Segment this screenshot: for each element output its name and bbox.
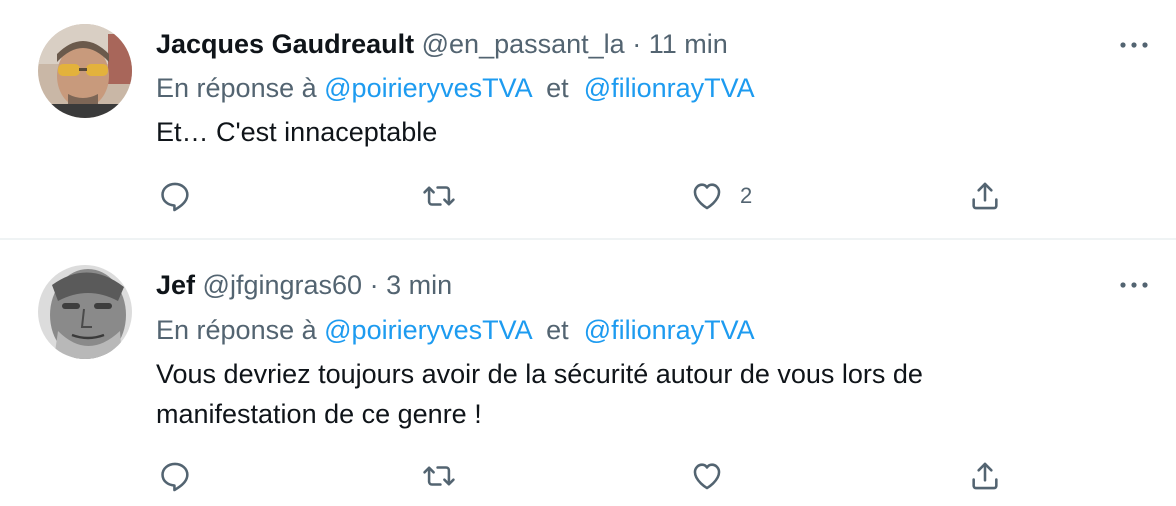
mention-link[interactable]: @poirieryvesTVA [324,315,531,345]
tweet-text-line: manifestation de ce genre ! [156,399,482,429]
tweet[interactable]: Jacques Gaudreault @en_passant_la · 11 m… [0,0,1176,240]
reply-button[interactable] [158,454,192,498]
author-handle[interactable]: @en_passant_la [422,29,625,59]
tweet-actions: 2 [154,174,1014,218]
more-icon[interactable] [1114,270,1154,300]
author-handle[interactable]: @jfgingras60 [203,270,363,300]
separator-dot: · [632,29,642,59]
like-button[interactable] [690,454,740,498]
mention-link[interactable]: @filionrayTVA [584,73,755,103]
like-button[interactable]: 2 [690,174,752,218]
retweet-icon [423,466,455,486]
tweet-text-line: Vous devriez toujours avoir de la sécuri… [156,359,923,389]
author-name[interactable]: Jef [156,270,195,300]
tweet-header: Jef @jfgingras60 · 3 min [156,268,452,302]
separator-dot: · [369,270,379,300]
share-icon [972,182,998,210]
reply-context: En réponse à @poirieryvesTVA et @filionr… [156,313,755,347]
share-icon [972,462,998,490]
mention-link[interactable]: @filionrayTVA [584,315,755,345]
avatar[interactable] [38,24,132,118]
reply-prefix: En réponse à [156,315,317,345]
timestamp[interactable]: 11 min [649,29,728,59]
tweet[interactable]: Jef @jfgingras60 · 3 min En réponse à @p… [0,240,1176,506]
tweet-actions [154,454,1014,498]
tweet-text: Et… C'est innaceptable [156,112,1116,152]
tweet-header: Jacques Gaudreault @en_passant_la · 11 m… [156,27,728,61]
tweet-text: Vous devriez toujours avoir de la sécuri… [156,354,1116,434]
heart-icon [693,463,721,490]
like-count: 2 [740,183,753,208]
mention-link[interactable]: @poirieryvesTVA [324,73,531,103]
reply-icon [161,462,189,492]
retweet-button[interactable] [422,454,456,498]
timestamp[interactable]: 3 min [386,270,452,300]
tweet-text-line: Et… C'est innaceptable [156,117,438,147]
retweet-button[interactable] [422,174,456,218]
more-icon[interactable] [1114,30,1154,60]
reply-button[interactable] [158,174,192,218]
reply-prefix: En réponse à [156,73,317,103]
reply-icon [161,182,189,212]
share-button[interactable] [968,174,1002,218]
reply-conjunction: et [546,73,569,103]
heart-icon [693,183,721,210]
reply-conjunction: et [546,315,569,345]
retweet-icon [423,186,455,206]
author-name[interactable]: Jacques Gaudreault [156,29,414,59]
avatar[interactable] [38,265,132,359]
share-button[interactable] [968,454,1002,498]
reply-context: En réponse à @poirieryvesTVA et @filionr… [156,71,755,105]
